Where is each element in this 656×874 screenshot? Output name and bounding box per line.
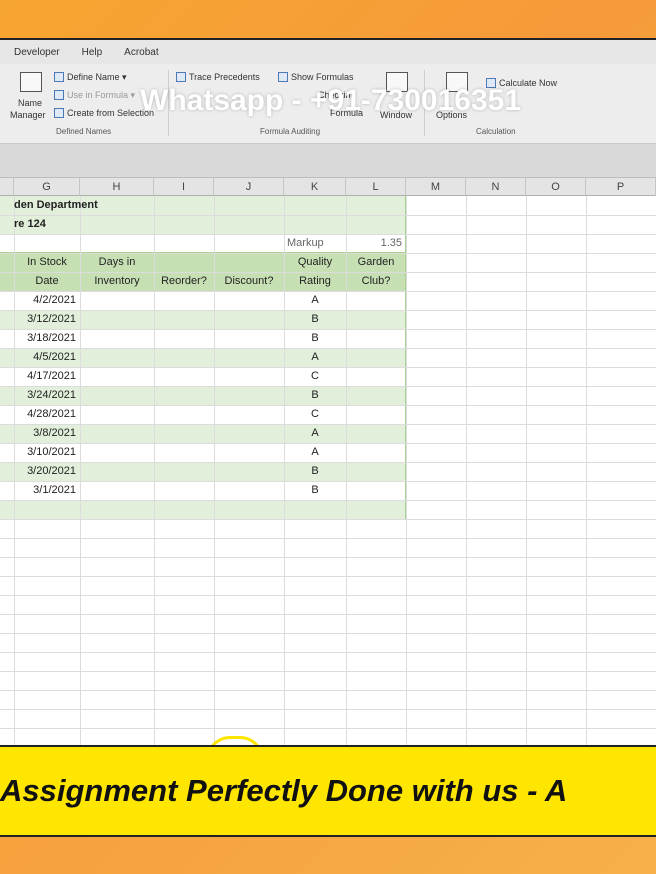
grid-line <box>0 728 656 729</box>
excel-window: Developer Help Acrobat Name Manager Defi… <box>0 38 656 798</box>
quality-rating-cell[interactable]: C <box>284 405 346 424</box>
column-header-n[interactable]: N <box>466 178 526 196</box>
quality-rating-cell[interactable]: A <box>284 424 346 443</box>
in-stock-date-cell[interactable]: 3/1/2021 <box>14 481 80 500</box>
spreadsheet-grid[interactable]: G H I J K L M N O P den Department re 12… <box>0 178 656 798</box>
grid-line <box>0 576 656 577</box>
header-days-in[interactable]: Days in <box>80 253 154 272</box>
use-in-formula-button[interactable]: Use in Formula ▾ <box>54 90 135 101</box>
column-header-p[interactable]: P <box>586 178 656 196</box>
column-header-f[interactable] <box>0 178 14 196</box>
grid-line <box>526 196 527 798</box>
promo-banner: Assignment Perfectly Done with us - A <box>0 745 656 837</box>
header-discount[interactable]: Discount? <box>214 272 284 291</box>
trace-precedents-button[interactable]: Trace Precedents <box>176 72 260 82</box>
quality-rating-cell[interactable]: B <box>284 329 346 348</box>
name-manager-label[interactable]: Name <box>18 98 42 108</box>
column-header-o[interactable]: O <box>526 178 586 196</box>
markup-value[interactable]: 1.35 <box>346 234 406 253</box>
grid-line <box>0 633 656 634</box>
name-manager-label-2[interactable]: Manager <box>10 110 46 120</box>
in-stock-date-cell[interactable]: 3/8/2021 <box>14 424 80 443</box>
grid-line <box>0 671 656 672</box>
header-rating[interactable]: Rating <box>284 272 346 291</box>
in-stock-date-cell[interactable]: 3/18/2021 <box>14 329 80 348</box>
define-name-icon <box>54 72 64 82</box>
name-manager-icon <box>20 72 42 92</box>
promo-banner-text: Assignment Perfectly Done with us - A <box>0 773 568 808</box>
in-stock-date-cell[interactable]: 3/20/2021 <box>14 462 80 481</box>
calculation-group-label: Calculation <box>476 127 516 136</box>
grid-line <box>406 196 407 798</box>
use-in-formula-icon <box>54 90 64 100</box>
grid-line <box>0 500 656 501</box>
show-formulas-button[interactable]: Show Formulas <box>278 72 354 82</box>
grid-line <box>0 595 656 596</box>
quality-rating-cell[interactable]: C <box>284 367 346 386</box>
quality-rating-cell[interactable]: B <box>284 310 346 329</box>
quality-rating-cell[interactable]: B <box>284 481 346 500</box>
in-stock-date-cell[interactable]: 4/2/2021 <box>14 291 80 310</box>
grid-line <box>466 196 467 798</box>
sheet-title-store[interactable]: re 124 <box>14 215 46 234</box>
markup-label[interactable]: Markup <box>284 234 346 253</box>
column-header-j[interactable]: J <box>214 178 284 196</box>
header-reorder[interactable]: Reorder? <box>154 272 214 291</box>
in-stock-date-cell[interactable]: 4/17/2021 <box>14 367 80 386</box>
grid-line <box>0 614 656 615</box>
whatsapp-watermark: Whatsapp - +91-730016351 <box>140 84 522 117</box>
header-in-stock[interactable]: In Stock <box>14 253 80 272</box>
in-stock-date-cell[interactable]: 3/12/2021 <box>14 310 80 329</box>
header-garden[interactable]: Garden <box>346 253 406 272</box>
in-stock-date-cell[interactable]: 3/10/2021 <box>14 443 80 462</box>
menu-bar: Developer Help Acrobat <box>0 40 656 64</box>
column-header-g[interactable]: G <box>14 178 80 196</box>
grid-line <box>0 709 656 710</box>
header-date[interactable]: Date <box>14 272 80 291</box>
column-header-h[interactable]: H <box>80 178 154 196</box>
defined-names-group-label: Defined Names <box>56 127 112 136</box>
header-inventory[interactable]: Inventory <box>80 272 154 291</box>
column-header-k[interactable]: K <box>284 178 346 196</box>
grid-line <box>0 215 656 216</box>
grid-line <box>0 538 656 539</box>
in-stock-date-cell[interactable]: 4/5/2021 <box>14 348 80 367</box>
sheet-title-department[interactable]: den Department <box>14 196 98 215</box>
quality-rating-cell[interactable]: A <box>284 348 346 367</box>
grid-line <box>0 519 656 520</box>
in-stock-date-cell[interactable]: 3/24/2021 <box>14 386 80 405</box>
define-name-button[interactable]: Define Name ▾ <box>54 72 127 83</box>
menu-developer[interactable]: Developer <box>14 47 60 58</box>
column-header-m[interactable]: M <box>406 178 466 196</box>
grid-line <box>0 557 656 558</box>
create-from-selection-icon <box>54 108 64 118</box>
grid-line <box>0 652 656 653</box>
column-header-i[interactable]: I <box>154 178 214 196</box>
header-quality[interactable]: Quality <box>284 253 346 272</box>
quality-rating-cell[interactable]: B <box>284 386 346 405</box>
quality-rating-cell[interactable]: B <box>284 462 346 481</box>
show-formulas-icon <box>278 72 288 82</box>
column-header-l[interactable]: L <box>346 178 406 196</box>
in-stock-date-cell[interactable]: 4/28/2021 <box>14 405 80 424</box>
formula-bar[interactable] <box>0 144 656 178</box>
grid-line <box>0 690 656 691</box>
menu-acrobat[interactable]: Acrobat <box>124 47 158 58</box>
formula-auditing-group-label: Formula Auditing <box>260 127 321 136</box>
menu-help[interactable]: Help <box>82 47 103 58</box>
header-club[interactable]: Club? <box>346 272 406 291</box>
quality-rating-cell[interactable]: A <box>284 291 346 310</box>
quality-rating-cell[interactable]: A <box>284 443 346 462</box>
grid-line <box>586 196 587 798</box>
trace-precedents-icon <box>176 72 186 82</box>
